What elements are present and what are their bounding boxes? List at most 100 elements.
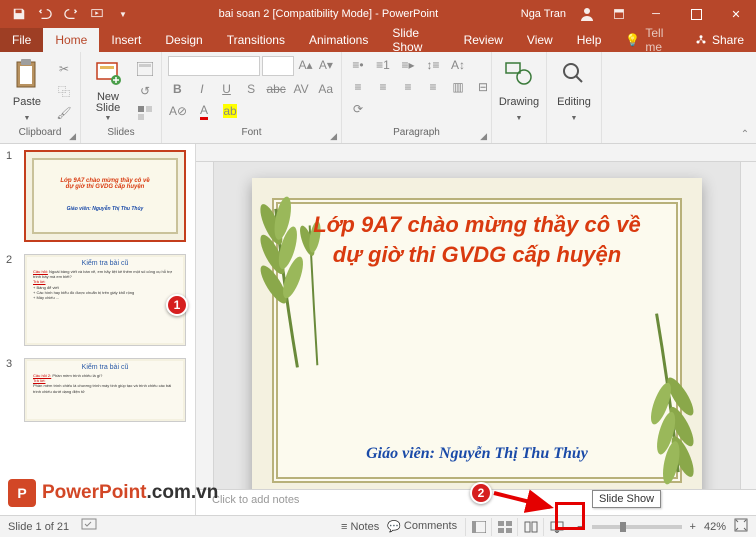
- tab-view[interactable]: View: [515, 28, 565, 52]
- watermark: P PowerPoint.com.vn: [8, 479, 218, 507]
- change-case-button[interactable]: Aa: [316, 80, 335, 98]
- reading-view-icon[interactable]: [517, 518, 543, 536]
- zoom-level[interactable]: 42%: [704, 521, 726, 533]
- maximize-button[interactable]: [676, 0, 716, 28]
- layout-icon[interactable]: [135, 60, 155, 78]
- decrease-font-icon[interactable]: A▾: [317, 56, 335, 74]
- new-slide-button[interactable]: New Slide ▼: [87, 56, 129, 122]
- comments-toggle[interactable]: 💬Comments: [387, 520, 457, 533]
- align-left-icon[interactable]: ≡: [348, 78, 368, 96]
- canvas[interactable]: Lớp 9A7 chào mừng thầy cô vềdự giờ thi G…: [214, 162, 740, 489]
- tooltip-slideshow: Slide Show: [592, 490, 661, 508]
- slide-thumbnail[interactable]: Kiểm tra bài cũ Câu hỏi 2: Phần mềm trìn…: [24, 358, 186, 422]
- save-icon[interactable]: [8, 3, 30, 25]
- font-size-combo[interactable]: [262, 56, 294, 76]
- clear-formatting-icon[interactable]: A⊘: [168, 102, 188, 120]
- minimize-button[interactable]: ─: [636, 0, 676, 28]
- arrow-icon: [490, 485, 560, 515]
- vertical-scrollbar[interactable]: [740, 162, 756, 489]
- user-name[interactable]: Nga Tran: [521, 8, 566, 20]
- redo-icon[interactable]: [60, 3, 82, 25]
- paragraph-launcher-icon[interactable]: ◢: [480, 131, 487, 142]
- align-right-icon[interactable]: ≡: [398, 78, 418, 96]
- tab-design[interactable]: Design: [153, 28, 214, 52]
- spell-check-icon[interactable]: [81, 518, 97, 535]
- highlight-icon[interactable]: ab: [220, 102, 240, 120]
- slide[interactable]: Lớp 9A7 chào mừng thầy cô vềdự giờ thi G…: [252, 178, 702, 489]
- collapse-ribbon-icon[interactable]: ⌃: [734, 52, 756, 143]
- font-family-combo[interactable]: [168, 56, 260, 76]
- start-from-beginning-icon[interactable]: [86, 3, 108, 25]
- clipboard-launcher-icon[interactable]: ◢: [69, 131, 76, 142]
- group-paragraph: ≡• ≡1 ≡▸ ↕≡ A↕ ≡ ≡ ≡ ≡ ▥ ⊟ ⟳ Paragraph◢: [342, 52, 492, 143]
- vertical-ruler: [196, 162, 214, 489]
- tab-tellme[interactable]: 💡Tell me: [613, 28, 683, 52]
- bullets-icon[interactable]: ≡•: [348, 56, 368, 74]
- smartart-icon[interactable]: ⟳: [348, 100, 368, 118]
- slide-subtitle-text[interactable]: Giáo viên: Nguyễn Thị Thu Thủy: [292, 445, 662, 463]
- numbering-icon[interactable]: ≡1: [373, 56, 393, 74]
- undo-icon[interactable]: [34, 3, 56, 25]
- quick-access-toolbar: ▼: [0, 3, 142, 25]
- ribbon-tabs: File Home Insert Design Transitions Anim…: [0, 28, 756, 52]
- user-area: Nga Tran: [515, 3, 636, 25]
- tab-slideshow[interactable]: Slide Show: [380, 28, 451, 52]
- spacing-icon[interactable]: AV: [292, 80, 311, 98]
- tab-transitions[interactable]: Transitions: [215, 28, 297, 52]
- slide-thumbnail[interactable]: Kiểm tra bài cũ Câu hỏi: Ngoài bảng viết…: [24, 254, 186, 346]
- tab-review[interactable]: Review: [452, 28, 515, 52]
- drawing-button[interactable]: Drawing ▼: [498, 56, 540, 122]
- copy-icon[interactable]: ⿻: [54, 82, 74, 100]
- group-font: A▴ A▾ B I U S abc AV Aa A⊘ A ab Font◢: [162, 52, 342, 143]
- zoom-slider[interactable]: [592, 525, 682, 529]
- group-drawing: Drawing ▼: [492, 52, 547, 143]
- shadow-button[interactable]: S: [242, 80, 261, 98]
- columns-icon[interactable]: ▥: [448, 78, 468, 96]
- thumbnail-3[interactable]: 3 Kiểm tra bài cũ Câu hỏi 2: Phần mềm tr…: [0, 356, 195, 432]
- editing-button[interactable]: Editing ▼: [553, 56, 595, 122]
- close-button[interactable]: ✕: [716, 0, 756, 28]
- view-buttons: [465, 518, 569, 536]
- tab-file[interactable]: File: [0, 28, 43, 52]
- lightbulb-icon: 💡: [625, 33, 640, 47]
- slide-counter[interactable]: Slide 1 of 21: [8, 521, 69, 533]
- reset-icon[interactable]: ↺: [135, 82, 155, 100]
- paste-button[interactable]: Paste ▼: [6, 56, 48, 122]
- list-level-icon[interactable]: ≡▸: [398, 56, 418, 74]
- zoom-in-icon[interactable]: +: [690, 521, 696, 533]
- user-avatar-icon[interactable]: [576, 3, 598, 25]
- notes-toggle[interactable]: ≡Notes: [341, 521, 379, 533]
- bold-button[interactable]: B: [168, 80, 187, 98]
- normal-view-icon[interactable]: [465, 518, 491, 536]
- font-launcher-icon[interactable]: ◢: [330, 131, 337, 142]
- title-bar: ▼ bai soan 2 [Compatibility Mode] - Powe…: [0, 0, 756, 28]
- clipboard-icon: [11, 58, 43, 90]
- thumbnail-1[interactable]: 1 Lớp 9A7 chào mừng thầy cô vềdự giờ thi…: [0, 148, 195, 252]
- tab-home[interactable]: Home: [43, 28, 99, 52]
- fit-to-window-icon[interactable]: [734, 518, 748, 535]
- underline-button[interactable]: U: [217, 80, 236, 98]
- italic-button[interactable]: I: [193, 80, 212, 98]
- line-spacing-icon[interactable]: ↕≡: [423, 56, 443, 74]
- justify-icon[interactable]: ≡: [423, 78, 443, 96]
- font-color-icon[interactable]: A: [194, 102, 214, 120]
- tab-insert[interactable]: Insert: [99, 28, 153, 52]
- share-button[interactable]: Share: [683, 28, 756, 52]
- strikethrough-button[interactable]: abc: [266, 80, 285, 98]
- slide-sorter-icon[interactable]: [491, 518, 517, 536]
- align-text-icon[interactable]: ⊟: [473, 78, 493, 96]
- text-direction-icon[interactable]: A↕: [448, 56, 468, 74]
- increase-font-icon[interactable]: A▴: [296, 56, 314, 74]
- tab-help[interactable]: Help: [565, 28, 614, 52]
- group-clipboard: Paste ▼ ✂ ⿻ 🖌 Clipboard◢: [0, 52, 81, 143]
- qat-customize-icon[interactable]: ▼: [112, 3, 134, 25]
- format-painter-icon[interactable]: 🖌: [54, 104, 74, 122]
- slide-title-text[interactable]: Lớp 9A7 chào mừng thầy cô vềdự giờ thi G…: [292, 210, 662, 269]
- align-center-icon[interactable]: ≡: [373, 78, 393, 96]
- section-icon[interactable]: [135, 104, 155, 122]
- chevron-down-icon: ▼: [516, 115, 523, 122]
- slide-thumbnail[interactable]: Lớp 9A7 chào mừng thầy cô vềdự giờ thi G…: [24, 150, 186, 242]
- tab-animations[interactable]: Animations: [297, 28, 380, 52]
- cut-icon[interactable]: ✂: [54, 60, 74, 78]
- ribbon-display-icon[interactable]: [608, 3, 630, 25]
